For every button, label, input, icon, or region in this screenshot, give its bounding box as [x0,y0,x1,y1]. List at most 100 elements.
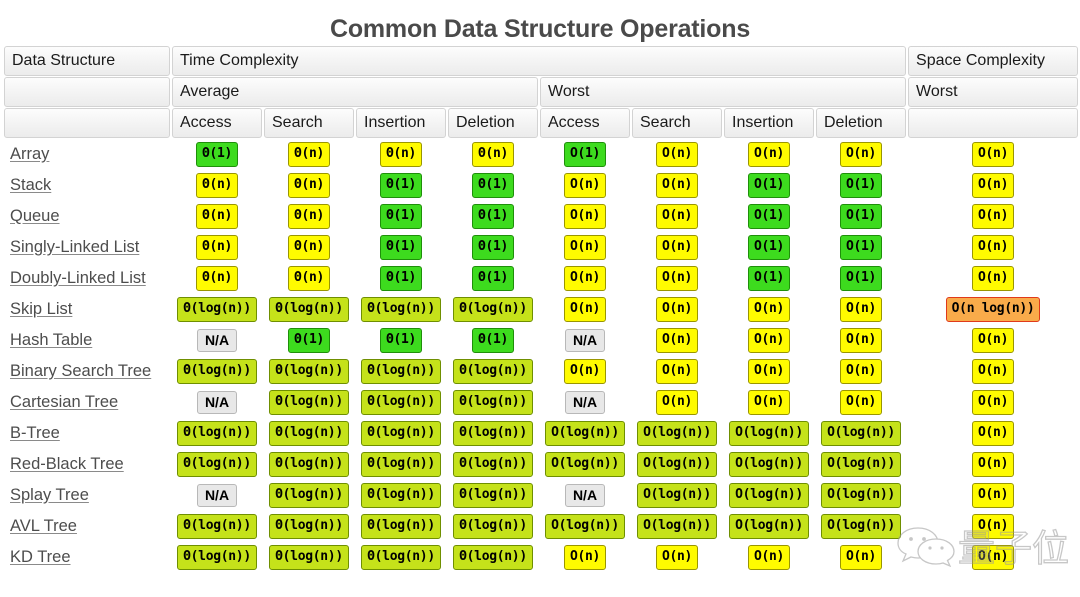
complexity-badge: Θ(log(n)) [177,296,257,322]
table-row: Singly-Linked List Θ(n) Θ(n) Θ(1) Θ(1) O(n) O(… [4,232,1078,262]
complexity-cell: O(n) [632,170,722,200]
data-structure-link[interactable]: Skip List [10,300,72,318]
complexity-badge: O(log(n)) [729,420,809,446]
data-structure-link[interactable]: Splay Tree [10,486,89,504]
header-cell-insertion-3: Insertion [356,108,446,138]
complexity-badge: Θ(log(n)) [269,544,349,570]
complexity-cell: Θ(n) [356,139,446,169]
data-structure-name-cell: Doubly-Linked List [4,263,170,293]
complexity-cell: O(log(n)) [632,480,722,510]
complexity-cell: Θ(log(n)) [172,449,262,479]
data-structure-link[interactable]: Red-Black Tree [10,455,124,473]
complexity-cell: O(n) [724,387,814,417]
complexity-cell: O(n) [908,325,1078,355]
complexity-badge: O(n) [971,265,1015,291]
data-structure-link[interactable]: AVL Tree [10,517,77,535]
complexity-badge: Θ(1) [471,265,515,291]
complexity-badge: Θ(1) [471,203,515,229]
complexity-cell: Θ(log(n)) [356,387,446,417]
complexity-cell: O(log(n)) [816,511,906,541]
complexity-badge: Θ(n) [195,172,239,198]
complexity-cell: Θ(log(n)) [448,294,538,324]
complexity-badge: O(n) [971,172,1015,198]
complexity-badge: Θ(log(n)) [177,358,257,384]
complexity-badge: O(n) [971,203,1015,229]
complexity-cell: Θ(log(n)) [356,542,446,572]
complexity-cell: O(n) [724,356,814,386]
complexity-cell: Θ(n) [172,263,262,293]
complexity-cell: O(n) [632,201,722,231]
complexity-badge: O(n) [839,389,883,415]
complexity-cell: O(log(n)) [540,449,630,479]
complexity-badge: O(n) [971,513,1015,539]
complexity-badge: O(n) [971,327,1015,353]
complexity-cell: Θ(log(n)) [448,480,538,510]
complexity-cell: N/A [172,480,262,510]
data-structure-link[interactable]: Hash Table [10,331,92,349]
complexity-cell: O(1) [540,139,630,169]
complexity-cell: Θ(log(n)) [264,449,354,479]
complexity-cell: Θ(log(n)) [356,511,446,541]
header-cell-time-complexity-1: Time Complexity [172,46,907,76]
complexity-cell: O(log(n)) [724,480,814,510]
complexity-badge: Θ(n) [195,203,239,229]
complexity-badge: O(n) [563,265,607,291]
complexity-cell: O(n) [908,542,1078,572]
complexity-badge: Θ(n) [287,141,331,167]
complexity-cell: Θ(n) [264,139,354,169]
data-structure-link[interactable]: KD Tree [10,548,71,566]
complexity-badge: O(1) [563,141,607,167]
complexity-badge: Θ(log(n)) [361,544,441,570]
complexity-cell: Θ(log(n)) [264,418,354,448]
complexity-badge: O(n) [839,544,883,570]
complexity-badge: O(n) [655,172,699,198]
data-structure-link[interactable]: Singly-Linked List [10,238,139,256]
complexity-badge: Θ(n) [195,265,239,291]
complexity-cell: O(n) [540,542,630,572]
complexity-cell: O(log(n)) [540,511,630,541]
data-structure-link[interactable]: B-Tree [10,424,60,442]
data-structure-link[interactable]: Binary Search Tree [10,362,151,380]
complexity-cell: O(log(n)) [724,418,814,448]
table-row: Cartesian Tree N/A Θ(log(n)) Θ(log(n)) Θ(log… [4,387,1078,417]
table-row: Doubly-Linked List Θ(n) Θ(n) Θ(1) Θ(1) O(n) O(… [4,263,1078,293]
complexity-cell: Θ(log(n)) [448,449,538,479]
complexity-cell: O(log(n)) [816,418,906,448]
data-structure-name-cell: Binary Search Tree [4,356,170,386]
data-structure-name-cell: B-Tree [4,418,170,448]
data-structure-link[interactable]: Doubly-Linked List [10,269,146,287]
header-cell-access-1: Access [172,108,262,138]
complexity-badge: Θ(log(n)) [361,420,441,446]
complexity-badge: O(n) [747,358,791,384]
complexity-badge: O(n) [655,296,699,322]
complexity-badge: O(n) [655,389,699,415]
complexity-cell: N/A [540,325,630,355]
complexity-badge: O(log(n)) [821,451,901,477]
complexity-badge: Θ(1) [471,327,515,353]
complexity-cell: O(n) [908,201,1078,231]
complexity-badge: O(n) [563,203,607,229]
complexity-badge: O(n) [971,358,1015,384]
table-head: Data Structure Time Complexity Space Compl… [4,46,1079,138]
data-structure-link[interactable]: Cartesian Tree [10,393,118,411]
complexity-badge: Θ(log(n)) [269,513,349,539]
complexity-badge: O(log(n)) [545,513,625,539]
header-cell-spacer-0 [4,108,170,138]
complexity-badge: O(n) [839,327,883,353]
complexity-badge: O(log(n)) [821,420,901,446]
complexity-cell: O(n) [908,480,1078,510]
complexity-badge: O(log(n)) [637,451,717,477]
complexity-cell: Θ(log(n)) [448,387,538,417]
header-cell-spacer-0 [4,77,170,107]
data-structure-link[interactable]: Array [10,145,49,163]
table-row: Queue Θ(n) Θ(n) Θ(1) Θ(1) O(n) O(n) O(1) O(1) O(n… [4,201,1078,231]
data-structure-link[interactable]: Queue [10,207,60,225]
complexity-cell: O(n) [632,542,722,572]
table-row: Red-Black Tree Θ(log(n)) Θ(log(n)) Θ(log(n)… [4,449,1078,479]
complexity-badge: O(log(n)) [637,513,717,539]
data-structure-link[interactable]: Stack [10,176,51,194]
complexity-cell: O(n) [632,387,722,417]
complexity-cell: Θ(log(n)) [172,511,262,541]
complexity-cell: Θ(1) [356,232,446,262]
complexity-cell: Θ(n) [172,201,262,231]
